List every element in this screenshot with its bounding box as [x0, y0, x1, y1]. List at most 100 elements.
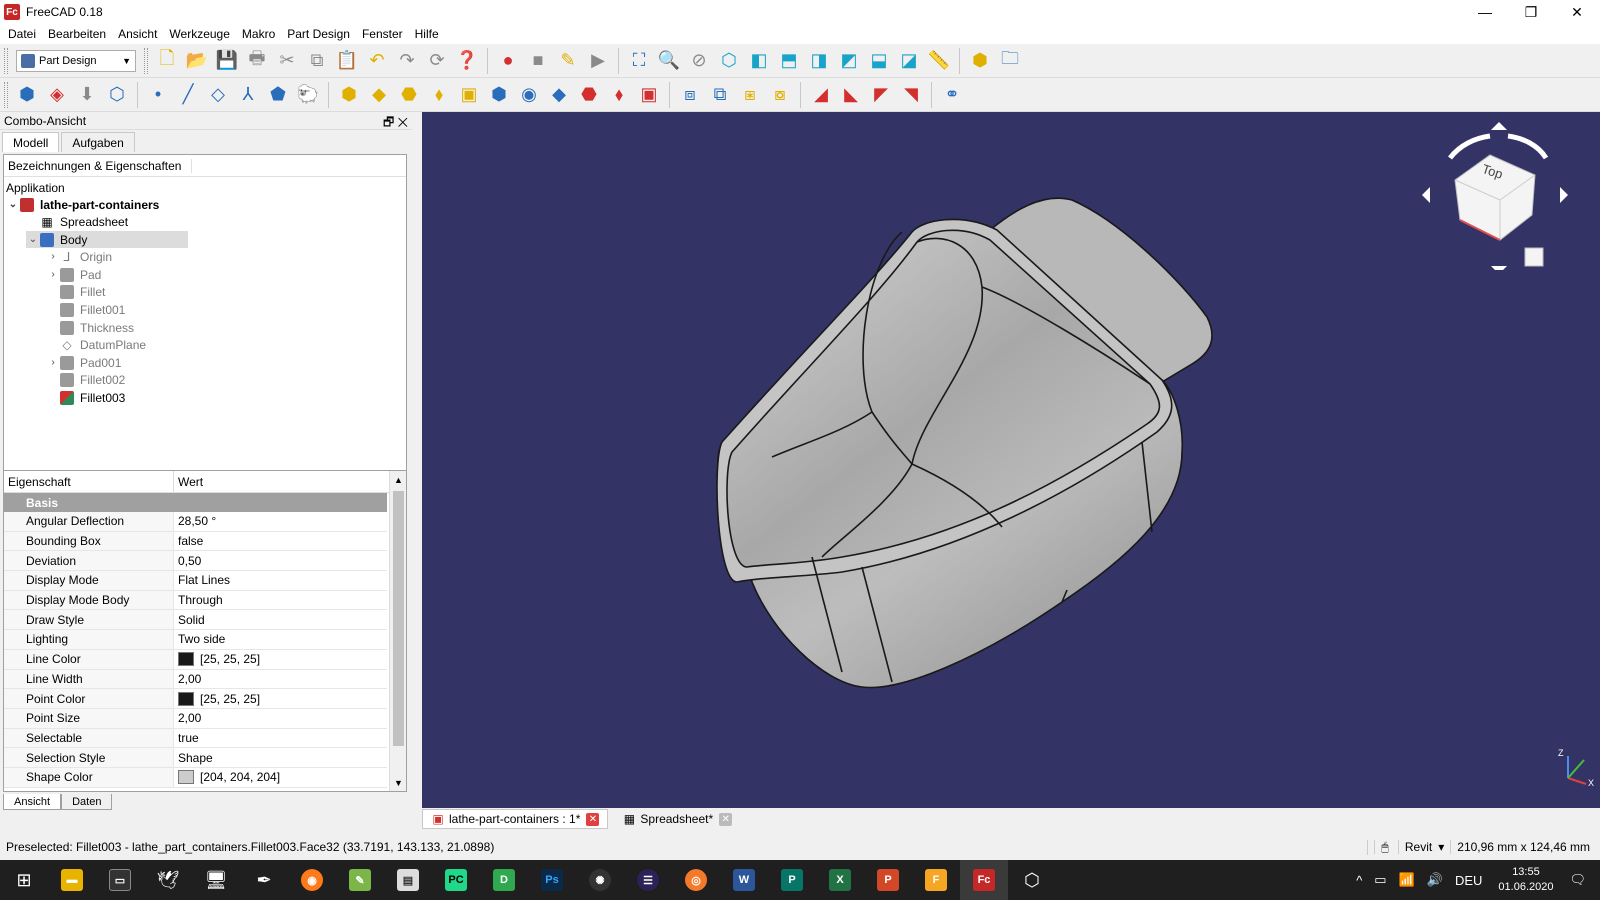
tree-item-datumplane[interactable]: ◇ DatumPlane: [46, 336, 146, 353]
close-button[interactable]: ✕: [1554, 0, 1600, 24]
property-row[interactable]: Selectable true: [4, 728, 387, 749]
thickness-icon[interactable]: ◥: [897, 81, 925, 109]
property-value[interactable]: [204, 204, 204]: [174, 768, 387, 787]
property-value[interactable]: [25, 25, 25]: [174, 689, 387, 708]
notification-icon[interactable]: 🗨: [1563, 872, 1600, 888]
property-row[interactable]: Selection Style Shape: [4, 748, 387, 768]
taskbar-app-f[interactable]: F: [912, 860, 960, 900]
mirrored-icon[interactable]: ⧈: [676, 81, 704, 109]
color-swatch[interactable]: [178, 770, 194, 785]
pocket-icon[interactable]: ⬢: [485, 81, 513, 109]
property-row[interactable]: Deviation 0,50: [4, 551, 387, 572]
run-macro-icon[interactable]: ▶: [584, 47, 612, 75]
tree-item-fillet002[interactable]: Fillet002: [46, 371, 125, 388]
additive-loft-icon[interactable]: ⬣: [395, 81, 423, 109]
undo-icon[interactable]: ↶: [363, 47, 391, 75]
tree-item-fillet[interactable]: Fillet: [46, 283, 105, 300]
tab-modell[interactable]: Modell: [2, 132, 60, 152]
property-value[interactable]: 2,00: [174, 709, 387, 728]
close-icon[interactable]: ✕: [719, 812, 733, 826]
local-coordinate-system-icon[interactable]: ⅄: [234, 81, 262, 109]
property-row[interactable]: Display Mode Flat Lines: [4, 571, 387, 591]
taskbar-word[interactable]: W: [720, 860, 768, 900]
datum-point-icon[interactable]: •: [144, 81, 172, 109]
stop-macro-icon[interactable]: ■: [524, 47, 552, 75]
tab-document-3d[interactable]: ▣ lathe-part-containers : 1* ✕: [422, 809, 609, 829]
color-swatch[interactable]: [178, 691, 194, 706]
property-row[interactable]: Shape Color [204, 204, 204]: [4, 767, 387, 788]
clone-icon[interactable]: 🐑: [294, 81, 322, 109]
menu-werkzeuge[interactable]: Werkzeuge: [163, 27, 235, 41]
datum-line-icon[interactable]: ╱: [174, 81, 202, 109]
fillet-icon[interactable]: ◢: [807, 81, 835, 109]
validate-sketch-icon[interactable]: ⬇: [73, 81, 101, 109]
toolbar-grip[interactable]: [4, 47, 8, 74]
tree-root-application[interactable]: Applikation: [6, 179, 65, 196]
taskbar-blender[interactable]: ◎: [672, 860, 720, 900]
property-value[interactable]: false: [174, 532, 387, 551]
chevron-down-icon[interactable]: ⌄: [6, 199, 20, 210]
whats-this-icon[interactable]: ❓: [453, 47, 481, 75]
pad-icon[interactable]: ⬢: [335, 81, 363, 109]
tree-item-thickness[interactable]: Thickness: [46, 319, 134, 336]
subtractive-primitive-icon[interactable]: ▣: [635, 81, 663, 109]
maximize-button[interactable]: ❐: [1508, 0, 1554, 24]
additive-primitive-icon[interactable]: ▣: [455, 81, 483, 109]
groove-icon[interactable]: ◆: [545, 81, 573, 109]
tree-item-body[interactable]: ⌄ Body: [26, 231, 188, 248]
taskbar-document-app[interactable]: ▤: [384, 860, 432, 900]
volume-icon[interactable]: 🔊: [1421, 872, 1449, 888]
chamfer-icon[interactable]: ◣: [837, 81, 865, 109]
chevron-down-icon[interactable]: ⌄: [26, 234, 40, 245]
tree-item-fillet003[interactable]: Fillet003: [46, 389, 125, 406]
record-macro-icon[interactable]: ●: [494, 47, 522, 75]
property-row[interactable]: Line Color [25, 25, 25]: [4, 649, 387, 670]
hole-icon[interactable]: ◉: [515, 81, 543, 109]
front-view-icon[interactable]: ◧: [745, 47, 773, 75]
taskbar-photoshop[interactable]: Ps: [528, 860, 576, 900]
workbench-selector[interactable]: Part Design ▼: [16, 49, 136, 72]
linear-pattern-icon[interactable]: ⧉: [706, 81, 734, 109]
panel-float-close-buttons[interactable]: 🗗 ✕: [383, 113, 408, 134]
edit-macro-icon[interactable]: ✎: [554, 47, 582, 75]
property-row[interactable]: Line Width 2,00: [4, 669, 387, 690]
taskbar-app-stylus[interactable]: ✒: [240, 860, 288, 900]
redo-icon[interactable]: ↷: [393, 47, 421, 75]
chevron-up-icon[interactable]: ^: [1350, 873, 1368, 888]
property-value[interactable]: Through: [174, 591, 387, 610]
wifi-icon[interactable]: 📶: [1393, 872, 1421, 888]
taskbar-eclipse[interactable]: ☰: [624, 860, 672, 900]
taskbar-app-hex[interactable]: ⬡: [1008, 860, 1056, 900]
refresh-icon[interactable]: ⟳: [423, 47, 451, 75]
print-icon[interactable]: 🖶: [243, 47, 271, 75]
tree-item-origin[interactable]: › ⅃ Origin: [46, 248, 112, 265]
sub-shape-binder-icon[interactable]: ⬟: [264, 81, 292, 109]
taskbar-davinci[interactable]: ✺: [576, 860, 624, 900]
multi-transform-icon[interactable]: ⧇: [766, 81, 794, 109]
scroll-up-icon[interactable]: ▲: [390, 471, 406, 488]
tree-item-spreadsheet[interactable]: ▦ Spreadsheet: [26, 213, 128, 230]
taskbar-pycharm[interactable]: PC: [432, 860, 480, 900]
tree-item-document[interactable]: ⌄ lathe-part-containers: [6, 196, 159, 213]
property-row[interactable]: Draw Style Solid: [4, 610, 387, 631]
3d-viewport[interactable]: Top Z X: [422, 112, 1600, 808]
rear-view-icon[interactable]: ◩: [835, 47, 863, 75]
property-group-basis[interactable]: Basis: [4, 493, 387, 512]
menu-hilfe[interactable]: Hilfe: [409, 27, 445, 41]
chevron-right-icon[interactable]: ›: [46, 269, 60, 280]
shape-binder-icon[interactable]: ⬡: [103, 81, 131, 109]
paste-icon[interactable]: 📋: [333, 47, 361, 75]
navigation-style-selector[interactable]: 🖱 Revit ▾: [1367, 839, 1450, 855]
menu-datei[interactable]: Datei: [2, 27, 42, 41]
taskbar-freecad[interactable]: Fc: [960, 860, 1008, 900]
subtractive-pipe-icon[interactable]: ⬧: [605, 81, 633, 109]
save-icon[interactable]: 💾: [213, 47, 241, 75]
close-icon[interactable]: ✕: [586, 812, 600, 826]
property-row[interactable]: Lighting Two side: [4, 630, 387, 650]
navigation-cube[interactable]: Top: [1420, 120, 1570, 274]
left-view-icon[interactable]: ◪: [895, 47, 923, 75]
property-value[interactable]: Two side: [174, 630, 387, 649]
cut-icon[interactable]: ✂: [273, 47, 301, 75]
chevron-right-icon[interactable]: ›: [46, 357, 60, 368]
color-swatch[interactable]: [178, 652, 194, 667]
